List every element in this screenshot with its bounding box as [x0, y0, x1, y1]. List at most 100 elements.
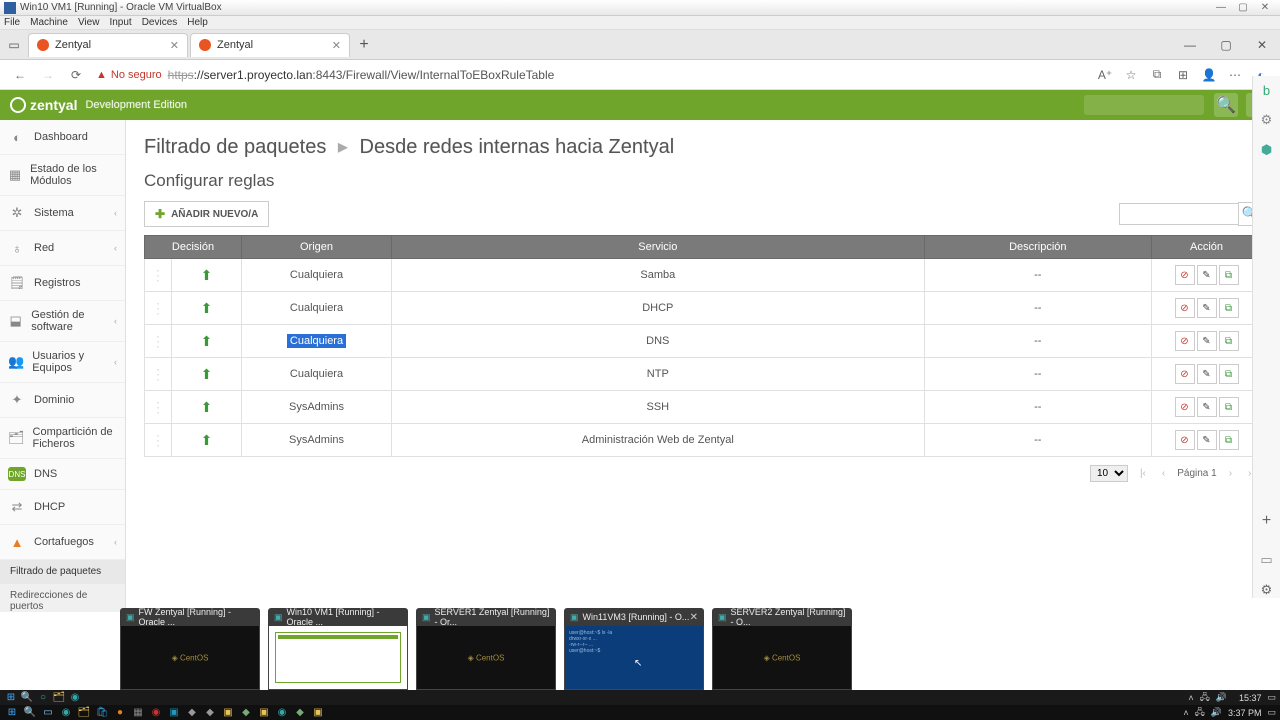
host-app8-icon[interactable]: ▣	[310, 706, 326, 720]
host-notifications[interactable]: ▭	[1267, 707, 1276, 718]
host-app3-icon[interactable]: ▣	[220, 706, 236, 720]
clone-button[interactable]: ⧉	[1219, 298, 1239, 318]
taskbar-thumbnail[interactable]: ▣ Win10 VM1 [Running] - Oracle ...	[268, 608, 408, 690]
drag-handle[interactable]: ⋮	[145, 325, 172, 358]
host-tray-chevron[interactable]: ˄	[1183, 708, 1188, 718]
menu-machine[interactable]: Machine	[30, 17, 68, 28]
host-app7-icon[interactable]: ◆	[292, 706, 308, 720]
host-clock[interactable]: 3:37 PM	[1228, 708, 1262, 718]
delete-button[interactable]: ⊘	[1175, 364, 1195, 384]
sidebar-item-usuarios[interactable]: 👥 Usuarios y Equipos ‹	[0, 342, 125, 383]
drag-handle[interactable]: ⋮	[145, 424, 172, 457]
sidebar-item-dominio[interactable]: ✦ Dominio	[0, 383, 125, 418]
tab-1-close[interactable]: ✕	[170, 39, 179, 52]
vbox-close-button[interactable]: ✕	[1254, 2, 1276, 13]
host-taskview-icon[interactable]: ▭	[40, 706, 56, 720]
vbox-min-button[interactable]: —	[1210, 2, 1232, 13]
drag-handle[interactable]: ⋮	[145, 391, 172, 424]
edit-button[interactable]: ✎	[1197, 331, 1217, 351]
menu-input[interactable]: Input	[109, 17, 131, 28]
zentyal-logo[interactable]: zentyal	[10, 97, 77, 113]
taskbar-thumbnail[interactable]: ▣ Win11VM3 [Running] - O... ✕ user@host:…	[564, 608, 704, 690]
refresh-button[interactable]: ⟳	[62, 68, 90, 82]
clone-button[interactable]: ⧉	[1219, 364, 1239, 384]
sidebar-hide-icon[interactable]: ▭	[1259, 552, 1275, 568]
host-store-icon[interactable]: 🛍	[94, 706, 110, 720]
host-search-icon[interactable]: 🔍	[22, 706, 38, 720]
delete-button[interactable]: ⊘	[1175, 430, 1195, 450]
delete-button[interactable]: ⊘	[1175, 331, 1195, 351]
add-new-button[interactable]: ✚ AÑADIR NUEVO/A	[144, 201, 269, 227]
edge-icon[interactable]: ◉	[68, 691, 82, 705]
edit-button[interactable]: ✎	[1197, 298, 1217, 318]
pager-prev[interactable]: ‹	[1158, 468, 1169, 479]
sidebar-item-cortafuegos[interactable]: ▲ Cortafuegos ‹	[0, 525, 125, 560]
split-icon[interactable]: ⧉	[1144, 67, 1170, 82]
host-edge-icon[interactable]: ◉	[58, 706, 74, 720]
taskbar-thumbnail[interactable]: ▣ SERVER1 Zentyal [Running] - Or... ◈ Ce…	[416, 608, 556, 690]
host-app4-icon[interactable]: ◆	[238, 706, 254, 720]
edit-button[interactable]: ✎	[1197, 397, 1217, 417]
taskbar-thumbnail[interactable]: ▣ SERVER2 Zentyal [Running] - O... ◈ Cen…	[712, 608, 852, 690]
host-tray-vol[interactable]: 🔊	[1211, 707, 1222, 718]
header-search-input[interactable]	[1084, 95, 1204, 115]
table-search-input[interactable]	[1119, 203, 1239, 225]
sidebar-item-red[interactable]: ♁ Red ‹	[0, 231, 125, 266]
pager-first[interactable]: |‹	[1136, 468, 1150, 479]
clone-button[interactable]: ⧉	[1219, 397, 1239, 417]
clone-button[interactable]: ⧉	[1219, 331, 1239, 351]
clone-button[interactable]: ⧉	[1219, 430, 1239, 450]
menu-icon[interactable]: ⋯	[1222, 68, 1248, 82]
host-calc-icon[interactable]: ▦	[130, 706, 146, 720]
menu-view[interactable]: View	[78, 17, 100, 28]
sidebar-item-software[interactable]: ⬓ Gestión de software ‹	[0, 301, 125, 342]
sidebar-item-modules[interactable]: ▦ Estado de los Módulos	[0, 155, 125, 196]
sidebar-item-sistema[interactable]: ✲ Sistema ‹	[0, 196, 125, 231]
tray-chevron-icon[interactable]: ˄	[1188, 693, 1193, 703]
new-tab-button[interactable]: +	[352, 33, 376, 57]
sidebar-item-dhcp[interactable]: ⇄ DHCP	[0, 490, 125, 525]
clone-button[interactable]: ⧉	[1219, 265, 1239, 285]
tab-2[interactable]: Zentyal ✕	[190, 33, 350, 57]
sidebar-sub-filtrado[interactable]: Filtrado de paquetes	[0, 560, 125, 584]
host-vbox-icon[interactable]: ▣	[166, 706, 182, 720]
sidebar-item-dashboard[interactable]: ◐ Dashboard	[0, 120, 125, 155]
host-explorer-icon[interactable]: 🗂	[76, 706, 92, 720]
tab-2-close[interactable]: ✕	[332, 39, 341, 52]
guest-clock[interactable]: 15:37	[1239, 693, 1262, 703]
notifications-icon[interactable]: ▭	[1267, 692, 1276, 703]
host-start-button[interactable]: ⊞	[4, 706, 20, 720]
header-search-button[interactable]: 🔍	[1214, 93, 1238, 117]
host-app6-icon[interactable]: ◉	[274, 706, 290, 720]
url-field[interactable]: https://server1.proyecto.lan:8443/Firewa…	[168, 68, 1092, 82]
host-chrome-icon[interactable]: ◉	[148, 706, 164, 720]
host-app2-icon[interactable]: ◆	[202, 706, 218, 720]
back-button[interactable]: ←	[6, 68, 34, 82]
menu-help[interactable]: Help	[187, 17, 208, 28]
browser-max-button[interactable]: ▢	[1208, 38, 1244, 52]
edit-button[interactable]: ✎	[1197, 265, 1217, 285]
sidebar-add-button[interactable]: +	[1262, 512, 1271, 530]
vbox-max-button[interactable]: ▢	[1232, 2, 1254, 13]
security-badge[interactable]: ▲ No seguro	[96, 69, 162, 81]
explorer-icon[interactable]: 🗂	[52, 691, 66, 705]
collections-icon[interactable]: ⊞	[1170, 68, 1196, 82]
sidebar-item-registros[interactable]: 🗒 Registros	[0, 266, 125, 301]
tab-overview-button[interactable]: ▭	[0, 38, 28, 52]
delete-button[interactable]: ⊘	[1175, 298, 1195, 318]
drag-handle[interactable]: ⋮	[145, 292, 172, 325]
thumbnail-close[interactable]: ✕	[690, 612, 698, 623]
menu-devices[interactable]: Devices	[142, 17, 178, 28]
drag-handle[interactable]: ⋮	[145, 358, 172, 391]
delete-button[interactable]: ⊘	[1175, 265, 1195, 285]
pager-next[interactable]: ›	[1225, 468, 1236, 479]
search-icon[interactable]: 🔍	[20, 691, 34, 705]
cortana-icon[interactable]: ○	[36, 691, 50, 705]
edit-button[interactable]: ✎	[1197, 430, 1217, 450]
taskbar-thumbnail[interactable]: ▣ FW Zentyal [Running] - Oracle ... ◈ Ce…	[120, 608, 260, 690]
bing-icon[interactable]: b	[1259, 82, 1275, 98]
edit-button[interactable]: ✎	[1197, 364, 1217, 384]
delete-button[interactable]: ⊘	[1175, 397, 1195, 417]
tray-network-icon[interactable]: 🖧	[1200, 690, 1210, 706]
forward-button[interactable]: →	[34, 68, 62, 82]
